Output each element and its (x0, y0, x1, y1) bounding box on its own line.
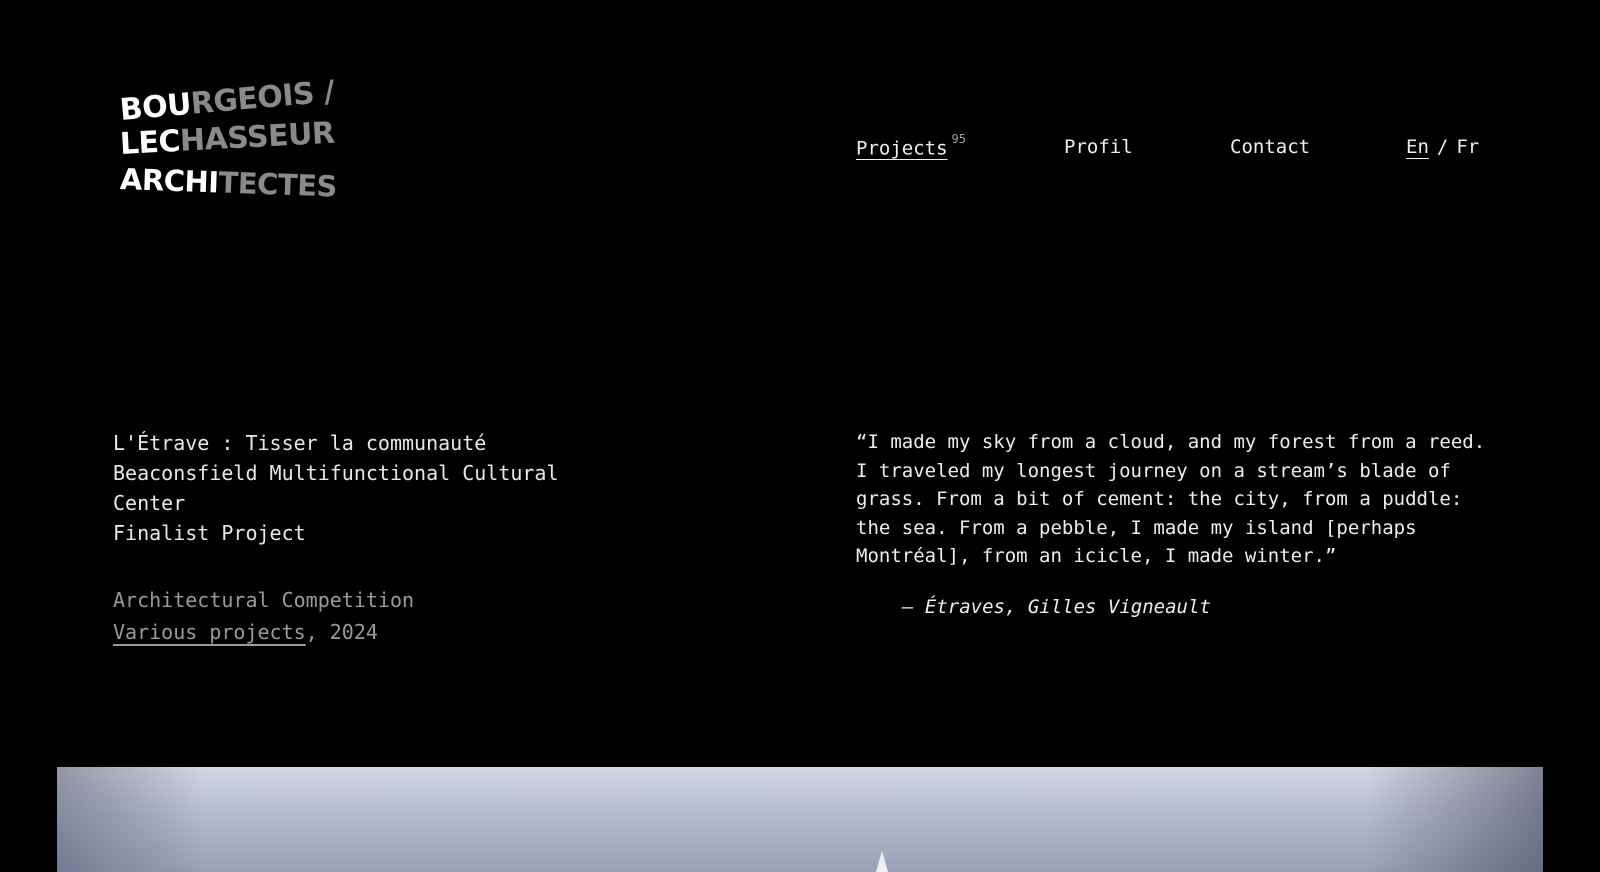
project-meta: Architectural Competition Various projec… (113, 584, 633, 648)
project-title-line-2: Beaconsfield Multifunctional Cultural Ce… (113, 461, 559, 515)
quote-author: — Étraves, Gilles Vigneault (902, 595, 1211, 618)
project-info: L'Étrave : Tisser la communauté Beaconsf… (113, 428, 633, 648)
language-switcher: En / Fr (1406, 136, 1479, 158)
project-status: Finalist Project (113, 521, 306, 545)
hero-image (57, 767, 1543, 872)
logo-text-grey: RGEOIS / (189, 74, 336, 122)
various-projects-link[interactable]: Various projects (113, 620, 306, 644)
projects-count-badge: 95 (951, 132, 966, 146)
logo-text-grey: HASSEUR (179, 115, 336, 159)
nav-contact-link[interactable]: Contact (1230, 136, 1310, 158)
company-logo[interactable]: BOURGEOIS / LECHASSEUR ARCHITECTES (118, 74, 337, 208)
nav-projects-label: Projects (856, 137, 948, 160)
hero-vignette (57, 767, 1543, 872)
logo-text-white: BOU (118, 86, 193, 128)
logo-text-white: LEC (119, 123, 181, 162)
sailboat-icon (875, 851, 889, 872)
logo-text-white: ARCHI (119, 162, 220, 200)
main-navigation: Projects 95 Profil Contact En / Fr (856, 132, 1488, 168)
project-year: , 2024 (305, 620, 378, 644)
project-category: Architectural Competition (113, 588, 415, 612)
lang-separator: / (1436, 136, 1449, 158)
project-title-line-1: L'Étrave : Tisser la communauté (113, 431, 487, 455)
lang-fr-link[interactable]: Fr (1456, 136, 1479, 158)
nav-projects-link[interactable]: Projects 95 (856, 132, 966, 160)
nav-profil-link[interactable]: Profil (1064, 136, 1133, 158)
project-quote: “I made my sky from a cloud, and my fore… (856, 428, 1496, 621)
project-year-row: Various projects, 2024 (113, 616, 633, 648)
logo-line-3: ARCHITECTES (119, 162, 337, 204)
lang-en-link[interactable]: En (1406, 136, 1429, 158)
quote-text: “I made my sky from a cloud, and my fore… (856, 431, 1486, 567)
logo-text-grey: TECTES (217, 165, 338, 204)
